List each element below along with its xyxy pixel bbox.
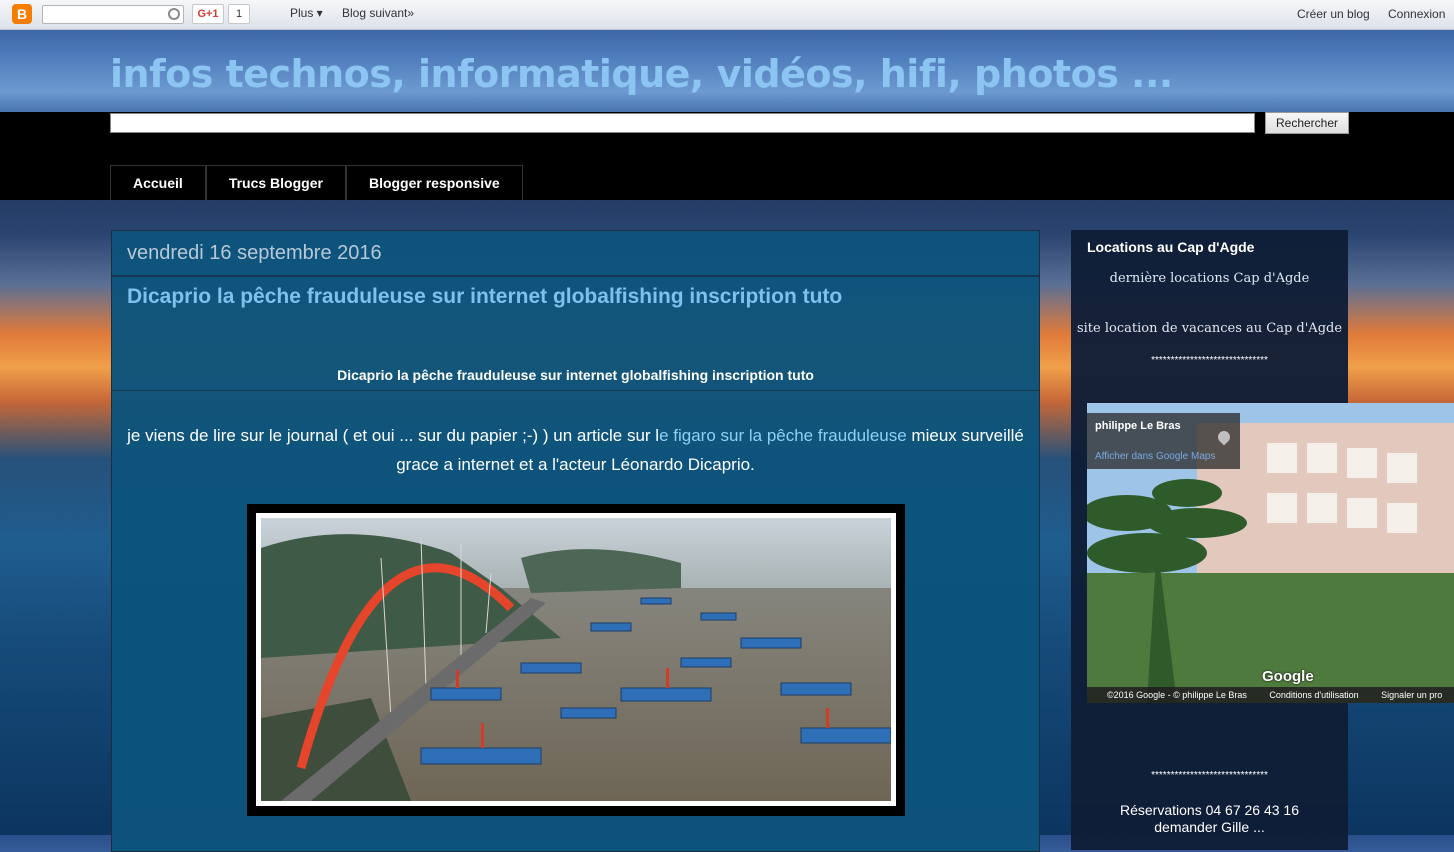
post-title[interactable]: Dicaprio la pêche frauduleuse sur intern… (127, 285, 842, 309)
search-button[interactable]: Rechercher (1265, 112, 1349, 134)
search-icon[interactable] (168, 8, 180, 20)
post-body-text: je viens de lire sur le journal ( et oui… (127, 426, 660, 445)
main-column: vendredi 16 septembre 2016 Dicaprio la p… (111, 230, 1040, 852)
post-image-border (256, 513, 896, 806)
map-terms-link[interactable]: Conditions d'utilisation (1269, 690, 1358, 700)
location-pin-icon (1215, 428, 1233, 446)
post-image-frame (247, 504, 905, 816)
fishing-boats-image[interactable] (261, 518, 891, 801)
latest-rentals-link[interactable]: dernière locations Cap d'Agde (1071, 271, 1348, 286)
street-view-info-card: philippe Le Bras Afficher dans Google Ma… (1087, 413, 1240, 469)
map-report-link[interactable]: Signaler un pro (1381, 690, 1442, 700)
map-footer: ©2016 Google - © philippe Le Bras Condit… (1087, 687, 1454, 703)
vacation-rental-site-link[interactable]: site location de vacances au Cap d'Agde (1071, 321, 1348, 336)
map-copyright: ©2016 Google - © philippe Le Bras (1107, 690, 1247, 700)
gplus-button[interactable]: G+1 (192, 4, 224, 24)
gplus-count: 1 (228, 4, 250, 24)
navbar-search-input[interactable] (42, 5, 184, 24)
page-tabs: Accueil Trucs Blogger Blogger responsive (110, 165, 523, 200)
figaro-link[interactable]: e figaro sur la pêche frauduleuse (659, 426, 907, 445)
street-view-map[interactable]: philippe Le Bras Afficher dans Google Ma… (1087, 403, 1454, 703)
stars-separator-bottom: ****************************** (1151, 770, 1268, 781)
next-blog-link[interactable]: Blog suivant» (342, 6, 414, 20)
stars-separator-top: ****************************** (1151, 355, 1268, 366)
blogger-navbar: B G+1 1 Plus ▾ Blog suivant» Créer un bl… (0, 0, 1454, 30)
open-in-google-maps-link[interactable]: Afficher dans Google Maps (1095, 451, 1215, 462)
tab-accueil[interactable]: Accueil (110, 165, 206, 200)
blog-title[interactable]: infos technos, informatique, vidéos, hif… (110, 52, 1173, 96)
google-logo: Google (1262, 668, 1314, 685)
post-subtitle: Dicaprio la pêche frauduleuse sur intern… (337, 367, 814, 383)
divider (112, 390, 1039, 391)
more-menu-button[interactable]: Plus ▾ (290, 6, 323, 20)
tab-blogger-responsive[interactable]: Blogger responsive (345, 165, 523, 200)
post-date: vendredi 16 septembre 2016 (127, 242, 382, 264)
tab-trucs-blogger[interactable]: Trucs Blogger (205, 165, 346, 200)
post-date-header: vendredi 16 septembre 2016 (112, 231, 1039, 277)
login-link[interactable]: Connexion (1388, 7, 1445, 21)
reservation-phone: Réservations 04 67 26 43 16 (1119, 802, 1299, 818)
blogger-logo-icon[interactable]: B (12, 4, 32, 24)
reservation-contact: demander Gille ... (1154, 819, 1265, 835)
blog-search-input[interactable] (110, 113, 1255, 133)
photographer-name: philippe Le Bras (1095, 420, 1181, 432)
create-blog-link[interactable]: Créer un blog (1297, 7, 1370, 21)
sidebar-widget-title: Locations au Cap d'Agde (1087, 239, 1255, 255)
post-body: je viens de lire sur le journal ( et oui… (124, 421, 1027, 479)
